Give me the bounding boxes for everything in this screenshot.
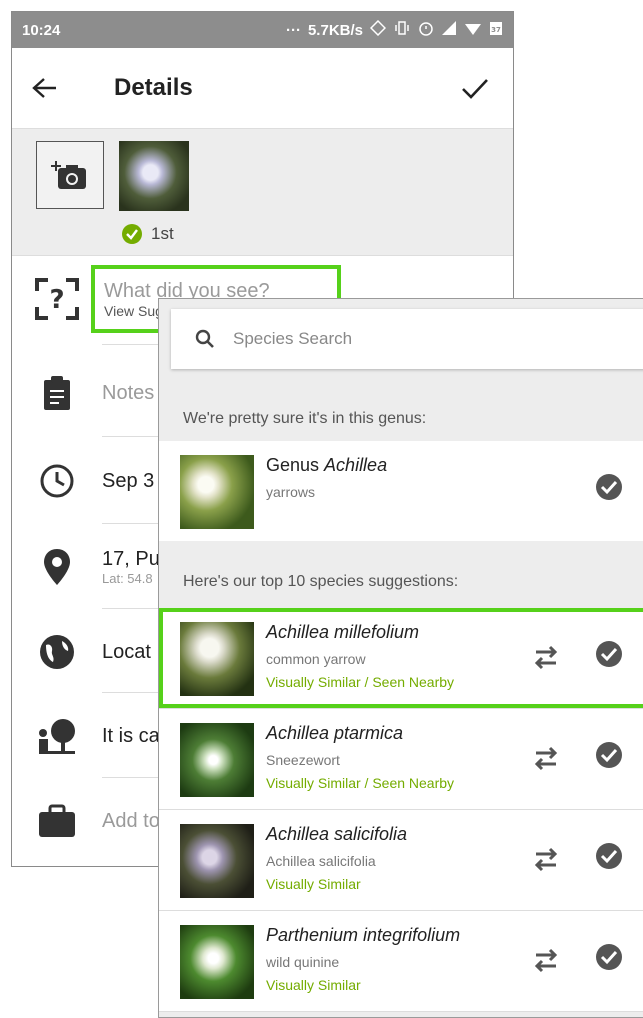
hotspot-icon	[369, 19, 387, 40]
check-circle-icon	[596, 742, 622, 768]
projects-field[interactable]: Add to	[102, 810, 160, 833]
status-icons: ··· 5.7KB/s 37	[285, 19, 503, 40]
battery-icon: 37	[489, 20, 503, 40]
genus-heading: We're pretty sure it's in this genus:	[183, 410, 427, 427]
compare-swap-icon	[534, 847, 558, 872]
check-circle-icon	[596, 474, 622, 500]
select-species-button[interactable]	[595, 943, 623, 976]
back-button[interactable]	[32, 68, 92, 108]
geoprivacy-value: Locat	[102, 640, 151, 663]
briefcase-icon	[39, 804, 75, 837]
species-heading: Here's our top 10 species suggestions:	[183, 573, 459, 590]
clock-icon	[40, 464, 74, 498]
vibrate-icon	[393, 20, 411, 40]
species-suggestion-card[interactable]: Achillea salicifolia Achillea salicifoli…	[159, 810, 643, 910]
compare-swap-icon	[534, 645, 558, 670]
compare-button[interactable]	[533, 846, 559, 877]
suggestions-panel: We're pretty sure it's in this genus: Ge…	[158, 298, 643, 1018]
select-species-button[interactable]	[595, 842, 623, 875]
location-pin-icon	[44, 549, 70, 585]
clipboard-icon	[44, 376, 70, 410]
suggestion-reason: Visually Similar / Seen Nearby	[266, 775, 455, 791]
check-circle-icon	[596, 944, 622, 970]
select-species-button[interactable]	[595, 741, 623, 774]
observation-date: Sep 3	[102, 469, 155, 492]
checkmark-icon	[462, 79, 488, 99]
status-time: 10:24	[22, 21, 61, 39]
signal-icon	[441, 20, 457, 40]
page-title: Details	[114, 74, 193, 101]
photo-strip: 1st	[12, 129, 513, 256]
location-latlng: Lat: 54.8	[102, 571, 153, 586]
species-search-bar[interactable]	[171, 309, 643, 369]
select-genus-button[interactable]	[595, 473, 623, 506]
species-name: Achillea salicifolia	[266, 824, 408, 844]
species-name: Achillea millefolium	[266, 622, 420, 642]
tree-person-icon	[39, 719, 75, 754]
observation-photo-thumbnail[interactable]	[119, 141, 189, 211]
notes-field[interactable]: Notes	[102, 382, 154, 405]
compare-button[interactable]	[533, 947, 559, 978]
location-place: 17, Pu	[102, 548, 160, 570]
wifi-icon	[464, 20, 482, 40]
genus-common-name: yarrows	[266, 484, 316, 500]
species-suggestion-card[interactable]: Achillea millefolium common yarrow Visua…	[159, 608, 643, 708]
globe-icon	[40, 635, 74, 669]
species-photo[interactable]	[180, 925, 254, 999]
app-bar: Details	[12, 48, 513, 129]
genus-photo[interactable]	[180, 455, 254, 529]
check-circle-icon	[596, 641, 622, 667]
back-arrow-icon	[32, 78, 56, 98]
alarm-icon	[418, 20, 434, 40]
add-photo-icon	[51, 161, 86, 189]
suggestion-reason: Visually Similar	[266, 876, 361, 892]
overflow-dots: ···	[285, 21, 301, 39]
species-common-name: Sneezewort	[266, 752, 340, 768]
save-button[interactable]	[455, 68, 495, 108]
check-circle-icon	[596, 843, 622, 869]
compare-button[interactable]	[533, 745, 559, 776]
compare-button[interactable]	[533, 644, 559, 675]
add-photo-button[interactable]	[36, 141, 104, 209]
compare-swap-icon	[534, 746, 558, 771]
species-photo[interactable]	[180, 723, 254, 797]
network-speed: 5.7KB/s	[307, 21, 363, 39]
svg-text:37: 37	[491, 26, 501, 34]
species-name: Parthenium integrifolium	[266, 925, 461, 945]
species-suggestion-card[interactable]: Parthenium integrifolium wild quinine Vi…	[159, 911, 643, 1011]
compare-swap-icon	[534, 948, 558, 973]
first-photo-rank: 1st	[151, 224, 174, 243]
species-photo[interactable]	[180, 622, 254, 696]
species-suggestion-card[interactable]: Achillea ptarmica Sneezewort Visually Si…	[159, 709, 643, 809]
svg-text:?: ?	[49, 285, 64, 315]
species-search-input[interactable]	[231, 328, 643, 350]
first-photo-label: 1st	[121, 223, 174, 245]
species-name: Achillea ptarmica	[266, 723, 404, 743]
genus-name: Genus Achillea	[266, 455, 388, 475]
suggestion-reason: Visually Similar / Seen Nearby	[266, 674, 455, 690]
genus-suggestion-card[interactable]: Genus Achillea yarrows	[159, 441, 643, 541]
search-icon	[195, 329, 214, 348]
species-unknown-icon: ?	[35, 278, 79, 320]
select-species-button[interactable]	[595, 640, 623, 673]
species-photo[interactable]	[180, 824, 254, 898]
captive-value: It is ca	[102, 724, 160, 747]
species-common-name: common yarrow	[266, 651, 366, 667]
species-common-name: wild quinine	[266, 954, 340, 970]
check-circle-icon	[122, 224, 142, 244]
status-bar: 10:24 ··· 5.7KB/s 37	[12, 12, 513, 48]
suggestion-reason: Visually Similar	[266, 977, 361, 993]
species-common-name: Achillea salicifolia	[266, 853, 376, 869]
